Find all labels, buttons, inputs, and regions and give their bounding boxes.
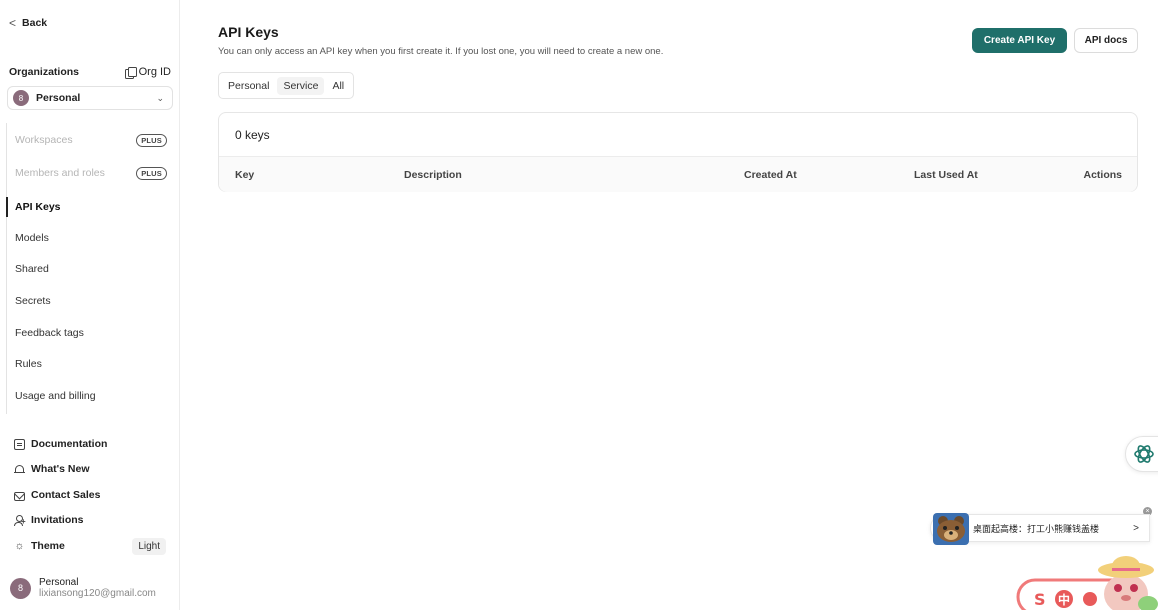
column-created-at: Created At — [744, 169, 797, 181]
sidebar-item-members-and-roles[interactable]: Members and roles PLUS — [15, 163, 167, 183]
user-plus-icon — [14, 514, 26, 526]
bear-icon — [933, 513, 969, 545]
sidebar-item-label: Secrets — [15, 295, 51, 307]
settings-nav: Workspaces PLUS Members and roles PLUS A… — [6, 123, 174, 414]
profile-name: Personal — [39, 577, 79, 588]
page-title: API Keys — [218, 24, 279, 40]
chevron-right-icon: > — [1133, 522, 1139, 534]
mascot-widget[interactable]: S 中 — [1014, 548, 1158, 610]
org-select-value: Personal — [36, 92, 81, 104]
api-keys-table: 0 keys Key Description Created At Last U… — [218, 112, 1138, 192]
promo-toast[interactable]: 桌面起高楼：打工小熊赚钱盖楼 > — [930, 513, 1150, 545]
sidebar-item-label: Workspaces — [15, 134, 73, 146]
sidebar-item-label: Shared — [15, 263, 49, 275]
profile-email: lixiansong120@gmail.com — [39, 588, 156, 599]
column-key: Key — [235, 169, 255, 181]
organizations-title: Organizations — [9, 66, 80, 78]
tab-service[interactable]: Service — [277, 76, 325, 95]
chevron-down-icon: ⌄ — [156, 92, 164, 103]
sidebar-item-api-keys[interactable]: API Keys — [15, 197, 167, 217]
column-description: Description — [404, 169, 462, 181]
plus-badge: PLUS — [136, 166, 167, 180]
link-label: Theme — [31, 540, 65, 552]
org-avatar: 8 — [13, 90, 29, 106]
copy-icon — [124, 67, 137, 79]
contact-sales-link[interactable]: Contact Sales — [14, 486, 166, 504]
documentation-link[interactable]: Documentation — [14, 435, 166, 453]
sidebar: < Back Organizations Org ID 8 Personal ⌄… — [0, 0, 180, 610]
assistant-fab[interactable] — [1125, 436, 1158, 472]
mail-icon — [14, 491, 25, 501]
user-profile[interactable]: 8 Personal lixiansong120@gmail.com — [10, 577, 156, 599]
bell-icon — [14, 464, 25, 475]
sidebar-item-label: Rules — [15, 358, 42, 370]
plus-badge: PLUS — [136, 133, 167, 147]
create-api-key-button[interactable]: Create API Key — [972, 28, 1067, 53]
tab-personal[interactable]: Personal — [222, 77, 275, 95]
avatar: 8 — [10, 577, 31, 599]
organization-select[interactable]: 8 Personal ⌄ — [7, 86, 173, 110]
link-label: Invitations — [31, 514, 84, 526]
link-label: What's New — [31, 463, 90, 475]
table-header: Key Description Created At Last Used At … — [219, 156, 1137, 192]
link-label: Contact Sales — [31, 489, 101, 501]
sidebar-item-feedback-tags[interactable]: Feedback tags — [15, 323, 167, 343]
toast-text: 桌面起高楼：打工小熊赚钱盖楼 — [973, 523, 1100, 534]
tab-all[interactable]: All — [326, 77, 350, 95]
key-type-tabs: Personal Service All — [218, 72, 355, 99]
sidebar-item-shared[interactable]: Shared — [15, 259, 167, 279]
sidebar-item-label: Usage and billing — [15, 390, 96, 402]
invitations-link[interactable]: Invitations — [14, 511, 166, 529]
sidebar-item-usage-and-billing[interactable]: Usage and billing — [15, 386, 167, 406]
svg-text:S: S — [1034, 590, 1046, 609]
whats-new-link[interactable]: What's New — [14, 460, 166, 478]
column-actions: Actions — [1083, 169, 1122, 181]
back-button[interactable]: < Back — [9, 16, 47, 30]
sidebar-item-label: Members and roles — [15, 167, 105, 179]
sidebar-item-label: Models — [15, 232, 49, 244]
back-label: Back — [22, 17, 48, 29]
theme-toggle[interactable]: Light — [132, 537, 166, 555]
organizations-header: Organizations Org ID — [9, 66, 171, 79]
sidebar-item-secrets[interactable]: Secrets — [15, 291, 167, 311]
active-indicator — [6, 197, 8, 217]
column-last-used-at: Last Used At — [914, 169, 978, 181]
sidebar-item-label: Feedback tags — [15, 327, 84, 339]
page-subtitle: You can only access an API key when you … — [218, 46, 664, 57]
chevron-left-icon: < — [9, 16, 17, 30]
sun-icon: ☼ — [14, 539, 25, 552]
api-docs-button[interactable]: API docs — [1074, 28, 1138, 53]
sidebar-item-workspaces[interactable]: Workspaces PLUS — [15, 130, 167, 150]
sidebar-item-label: API Keys — [15, 201, 61, 213]
link-label: Documentation — [31, 438, 108, 450]
sidebar-item-models[interactable]: Models — [15, 228, 167, 248]
org-id-button[interactable]: Org ID — [124, 66, 171, 79]
mascot-label: 中 — [1058, 592, 1070, 607]
sidebar-item-rules[interactable]: Rules — [15, 354, 167, 374]
org-id-label: Org ID — [138, 66, 171, 78]
theme-row: ☼ Theme Light — [14, 535, 166, 557]
key-count: 0 keys — [235, 128, 270, 142]
profile-text: Personal lixiansong120@gmail.com — [39, 577, 156, 599]
openai-logo-icon — [1134, 445, 1154, 463]
document-icon — [14, 438, 25, 450]
